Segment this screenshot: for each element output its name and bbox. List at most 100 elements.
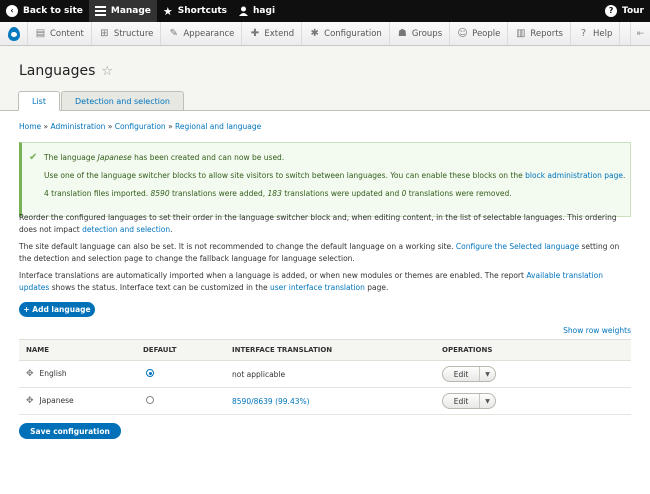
drupal-logo[interactable]	[0, 22, 28, 45]
default-radio[interactable]	[146, 369, 154, 377]
menu-configuration-label: Configuration	[324, 28, 382, 39]
description-default: The site default language can also be se…	[19, 241, 631, 264]
operations-cell: Edit ▼	[435, 387, 631, 415]
shortcuts-label: Shortcuts	[177, 6, 228, 16]
menu-content[interactable]: ▤ Content	[28, 22, 92, 45]
menu-help[interactable]: ? Help	[571, 22, 621, 45]
ui-translation-link[interactable]: user interface translation	[270, 283, 365, 292]
translation-status: not applicable	[232, 369, 286, 379]
menu-reports-label: Reports	[530, 28, 563, 39]
language-name-cell: ✥ Japanese	[19, 387, 136, 415]
block-admin-link[interactable]: block administration page	[525, 171, 623, 180]
shortcut-star-icon[interactable]: ☆	[101, 64, 113, 79]
check-icon: ✔	[29, 152, 38, 163]
description-text: .	[170, 224, 173, 234]
menu-extend-label: Extend	[264, 28, 295, 39]
reports-icon: ▥	[516, 28, 526, 39]
status-line-import: 4 translation files imported. 8590 trans…	[44, 189, 512, 198]
menu-people[interactable]: ☺ People	[450, 22, 509, 45]
default-radio[interactable]	[146, 396, 154, 404]
column-header-operations: OPERATIONS	[435, 339, 631, 361]
chevron-down-icon[interactable]: ▼	[480, 394, 495, 408]
page-header: Languages ☆ List Detection and selection	[0, 46, 650, 111]
menu-structure-label: Structure	[113, 28, 154, 39]
breadcrumb-sep: »	[43, 122, 49, 131]
drag-handle-icon[interactable]: ✥	[26, 369, 34, 379]
drag-handle-icon[interactable]: ✥	[26, 396, 34, 406]
chevron-down-icon[interactable]: ▼	[480, 367, 495, 381]
add-language-button[interactable]: + Add language	[19, 302, 95, 317]
user-button[interactable]: hagi	[233, 0, 281, 22]
default-cell	[136, 360, 225, 388]
breadcrumb-configuration[interactable]: Configuration	[115, 122, 166, 131]
language-name: Japanese	[39, 396, 74, 405]
menu-groups[interactable]: ☗ Groups	[390, 22, 451, 45]
tour-button[interactable]: ? Tour	[599, 0, 650, 22]
detection-selection-link[interactable]: detection and selection	[82, 225, 170, 234]
people-icon: ☺	[457, 28, 468, 39]
user-icon	[239, 6, 249, 16]
menu-reports[interactable]: ▥ Reports	[508, 22, 571, 45]
edit-button[interactable]: Edit	[443, 394, 480, 408]
translation-cell: 8590/8639 (99.43%)	[225, 387, 435, 415]
description-text: The site default language can also be se…	[19, 242, 456, 251]
status-line-switcher: Use one of the language switcher blocks …	[44, 171, 625, 180]
star-icon: ★	[162, 4, 173, 18]
status-text: .	[623, 171, 626, 180]
menu-structure[interactable]: ⊞ Structure	[92, 22, 162, 45]
breadcrumb-administration[interactable]: Administration	[51, 122, 106, 131]
languages-table: NAME DEFAULT INTERFACE TRANSLATION OPERA…	[19, 339, 631, 415]
back-to-site-label: Back to site	[23, 6, 83, 16]
help-icon: ?	[580, 28, 587, 39]
configure-selected-language-link[interactable]: Configure the Selected language	[456, 242, 579, 251]
status-text: translations were added,	[169, 189, 268, 198]
edit-button[interactable]: Edit	[443, 367, 480, 381]
status-message: ✔ The language Japanese has been created…	[19, 142, 631, 217]
user-label: hagi	[253, 6, 276, 16]
page-title: Languages ☆	[19, 63, 113, 79]
manage-label: Manage	[110, 6, 151, 16]
menu-content-label: Content	[50, 28, 84, 39]
menu-extend[interactable]: ✚ Extend	[242, 22, 303, 45]
menu-people-label: People	[472, 28, 501, 39]
translation-cell: not applicable	[225, 360, 435, 388]
column-header-default: DEFAULT	[136, 339, 225, 361]
menu-appearance[interactable]: ✎ Appearance	[161, 22, 243, 45]
tab-detection-and-selection[interactable]: Detection and selection	[60, 91, 184, 110]
language-name: English	[39, 369, 67, 378]
hamburger-icon	[94, 6, 106, 16]
table-header-row: NAME DEFAULT INTERFACE TRANSLATION OPERA…	[19, 339, 631, 361]
status-text: The language	[44, 153, 98, 162]
column-header-translation: INTERFACE TRANSLATION	[225, 339, 435, 361]
tab-list[interactable]: List	[18, 91, 60, 111]
groups-icon: ☗	[397, 28, 407, 39]
primary-tabs: List Detection and selection	[18, 91, 185, 111]
menu-configuration[interactable]: ✱ Configuration	[302, 22, 390, 45]
operations-dropbutton: Edit ▼	[442, 366, 496, 382]
orientation-toggle-icon[interactable]: ⇤	[630, 22, 650, 45]
breadcrumb-home[interactable]: Home	[19, 122, 41, 131]
status-text: has been created and can now be used.	[131, 153, 285, 162]
added-count: 8590	[150, 189, 170, 198]
back-to-site-link[interactable]: ‹ Back to site	[0, 0, 89, 22]
description-reorder: Reorder the configured languages to set …	[19, 212, 631, 235]
shortcuts-button[interactable]: ★ Shortcuts	[157, 0, 233, 22]
admin-toolbar: ‹ Back to site Manage ★ Shortcuts hagi ?…	[0, 0, 650, 22]
save-configuration-button[interactable]: Save configuration	[19, 423, 121, 439]
status-text: 4 translation files imported.	[44, 189, 151, 198]
status-text: translations were updated and	[281, 189, 402, 198]
status-line-created: The language Japanese has been created a…	[44, 153, 284, 162]
manage-button[interactable]: Manage	[88, 0, 157, 22]
language-name-cell: ✥ English	[19, 360, 136, 388]
description-translations: Interface translations are automatically…	[19, 270, 631, 293]
menu-appearance-label: Appearance	[183, 28, 235, 39]
translation-status-link[interactable]: 8590/8639 (99.43%)	[232, 397, 310, 406]
menu-help-label: Help	[592, 28, 613, 39]
show-row-weights-link[interactable]: Show row weights	[563, 326, 631, 335]
question-icon: ?	[605, 5, 618, 17]
description-text: page.	[364, 282, 389, 292]
breadcrumb-regional[interactable]: Regional and language	[175, 122, 261, 131]
operations-dropbutton: Edit ▼	[442, 393, 496, 409]
table-row: ✥ Japanese 8590/8639 (99.43%) Edit ▼	[19, 387, 631, 415]
structure-icon: ⊞	[100, 28, 109, 39]
